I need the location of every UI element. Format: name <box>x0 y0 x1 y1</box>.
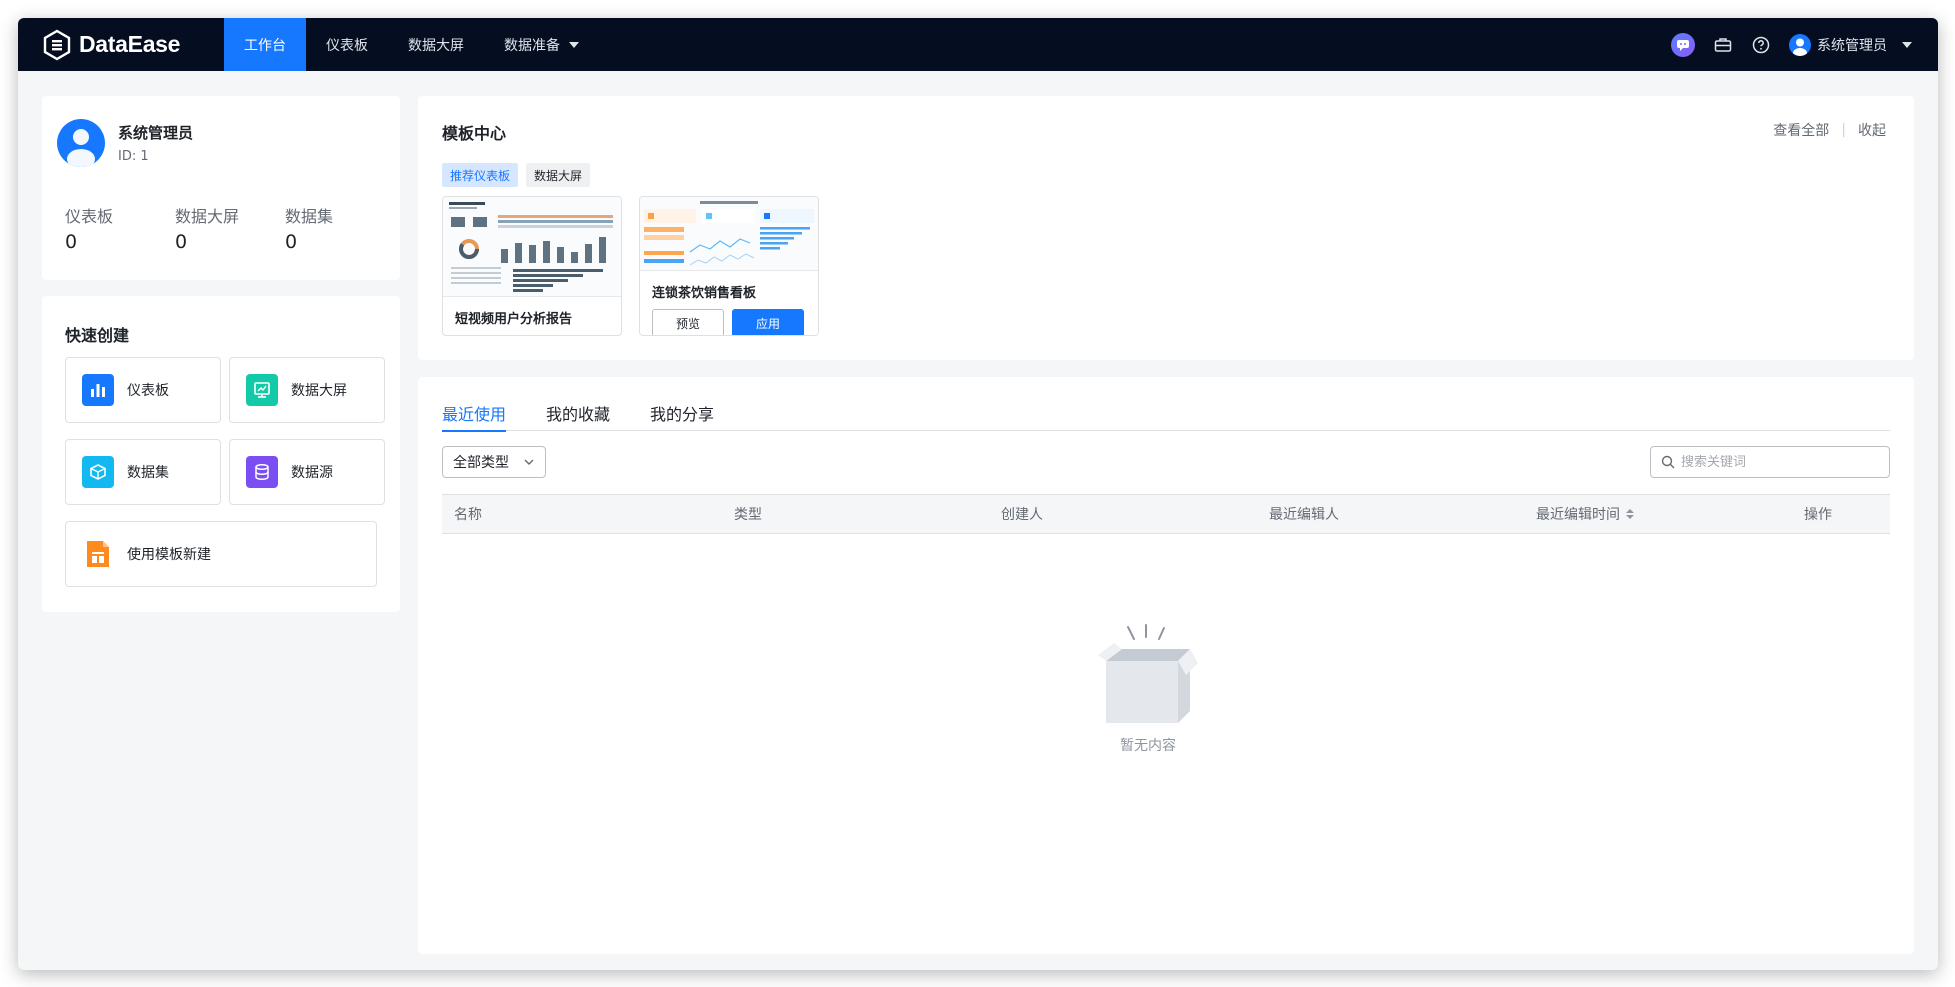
preview-button[interactable]: 预览 <box>652 309 724 335</box>
app-name: DataEase <box>79 31 181 57</box>
app-logo[interactable]: DataEase <box>42 28 180 61</box>
chevron-down-icon <box>524 459 534 465</box>
stat-dataset: 数据集 0 <box>285 203 395 253</box>
quick-create-label: 数据源 <box>291 465 333 481</box>
quick-create-card: 快速创建 仪表板 数据大屏 数据集 数据源 使用模板新建 <box>42 296 400 612</box>
avatar <box>57 119 105 167</box>
nav-label: 仪表板 <box>326 37 368 54</box>
stat-label: 数据集 <box>285 207 334 226</box>
stat-value: 0 <box>65 231 78 253</box>
top-navbar: DataEase 工作台 仪表板 数据大屏 数据准备 系统管理员 <box>18 18 1938 71</box>
create-from-template-button[interactable]: 使用模板新建 <box>65 521 377 587</box>
template-center-card: 模板中心 查看全部 | 收起 推荐仪表板 数据大屏 短视频用户分析报告 连锁茶饮… <box>418 96 1914 360</box>
template-thumbnail <box>640 197 818 271</box>
main-nav: 工作台 仪表板 数据大屏 数据准备 <box>224 18 599 71</box>
template-center-title: 模板中心 <box>442 124 507 143</box>
apply-button[interactable]: 应用 <box>732 309 804 335</box>
profile-card: 系统管理员 ID: 1 仪表板 0 数据大屏 0 数据集 0 <box>42 96 400 280</box>
caret-down-icon <box>569 41 579 48</box>
app-window: DataEase 工作台 仪表板 数据大屏 数据准备 系统管理员 系统管理员 I… <box>18 18 1938 970</box>
stat-label: 数据大屏 <box>175 207 240 226</box>
nav-label: 数据准备 <box>504 37 560 54</box>
database-icon <box>246 456 278 488</box>
header-actions: 系统管理员 <box>1671 18 1912 71</box>
stat-value: 0 <box>175 231 188 253</box>
user-menu[interactable]: 系统管理员 <box>1789 33 1912 56</box>
user-menu-name: 系统管理员 <box>1817 37 1887 54</box>
caret-down-icon <box>1902 41 1912 48</box>
divider: | <box>1841 122 1846 138</box>
toolbox-icon[interactable] <box>1713 35 1733 55</box>
column-header-type: 类型 <box>734 507 762 523</box>
template-card[interactable]: 连锁茶饮销售看板 预览 应用 <box>639 196 819 336</box>
nav-label: 数据大屏 <box>408 37 464 54</box>
create-dashboard-button[interactable]: 仪表板 <box>65 357 221 423</box>
recent-tabs: 最近使用 我的收藏 我的分享 <box>442 395 1890 432</box>
bar-chart-icon <box>82 374 114 406</box>
template-icon <box>82 538 114 570</box>
cube-icon <box>82 456 114 488</box>
column-header-creator: 创建人 <box>1001 507 1043 523</box>
tab-recent[interactable]: 最近使用 <box>442 395 507 432</box>
profile-stats: 仪表板 0 数据大屏 0 数据集 0 <box>65 203 395 253</box>
template-center-actions: 查看全部 | 收起 <box>1773 120 1886 140</box>
stat-dashboard: 仪表板 0 <box>65 203 175 253</box>
quick-create-label: 数据大屏 <box>291 383 347 399</box>
search-box <box>1650 446 1890 478</box>
column-header-name: 名称 <box>454 507 482 523</box>
dataease-logo-icon <box>43 29 71 60</box>
column-header-last-edit-time[interactable]: 最近编辑时间 <box>1536 495 1634 533</box>
empty-state: 暂无内容 <box>1078 623 1218 755</box>
profile-id: ID: 1 <box>118 149 149 164</box>
nav-item-data-screen[interactable]: 数据大屏 <box>388 18 484 71</box>
table-header: 名称 类型 创建人 最近编辑人 最近编辑时间 操作 <box>442 494 1890 534</box>
template-thumbnail <box>443 197 621 297</box>
quick-create-title: 快速创建 <box>65 326 130 345</box>
tag-recommended-dashboard[interactable]: 推荐仪表板 <box>442 163 519 187</box>
stat-value: 0 <box>285 231 298 253</box>
stat-label: 仪表板 <box>65 207 114 226</box>
template-name: 短视频用户分析报告 <box>455 312 573 327</box>
recent-card: 最近使用 我的收藏 我的分享 全部类型 名称 类型 创建人 最近编辑人 最近编辑… <box>418 377 1914 954</box>
quick-create-label: 仪表板 <box>127 383 169 399</box>
profile-name: 系统管理员 <box>118 124 194 142</box>
search-icon <box>1661 455 1675 469</box>
create-dataset-button[interactable]: 数据集 <box>65 439 221 505</box>
template-tags: 推荐仪表板 数据大屏 <box>442 163 591 187</box>
type-filter-value: 全部类型 <box>453 455 509 471</box>
screen-icon <box>246 374 278 406</box>
empty-text: 暂无内容 <box>1120 738 1176 754</box>
column-header-label: 最近编辑时间 <box>1536 507 1620 523</box>
avatar <box>1789 33 1811 56</box>
nav-label: 工作台 <box>244 37 286 54</box>
empty-box-icon <box>1098 624 1198 723</box>
nav-item-data-prep[interactable]: 数据准备 <box>484 18 599 71</box>
template-actions: 预览 应用 <box>652 309 804 335</box>
stat-data-screen: 数据大屏 0 <box>175 203 285 253</box>
template-card[interactable]: 短视频用户分析报告 <box>442 196 622 336</box>
template-name: 连锁茶饮销售看板 <box>652 286 757 301</box>
help-icon[interactable] <box>1751 35 1771 55</box>
sort-icon[interactable] <box>1626 509 1634 519</box>
ai-assistant-icon[interactable] <box>1671 32 1695 57</box>
search-input[interactable] <box>1681 454 1881 470</box>
view-all-link[interactable]: 查看全部 <box>1773 120 1829 140</box>
nav-item-workbench[interactable]: 工作台 <box>224 18 306 71</box>
tab-shared[interactable]: 我的分享 <box>650 395 714 431</box>
nav-item-dashboard[interactable]: 仪表板 <box>306 18 388 71</box>
create-data-screen-button[interactable]: 数据大屏 <box>229 357 385 423</box>
column-header-actions: 操作 <box>1804 507 1832 523</box>
collapse-link[interactable]: 收起 <box>1858 120 1886 140</box>
quick-create-label: 数据集 <box>127 465 169 481</box>
tag-data-screen[interactable]: 数据大屏 <box>526 163 591 187</box>
tab-favorites[interactable]: 我的收藏 <box>546 395 610 431</box>
type-filter-select[interactable]: 全部类型 <box>442 446 546 478</box>
create-datasource-button[interactable]: 数据源 <box>229 439 385 505</box>
column-header-last-editor: 最近编辑人 <box>1269 507 1339 523</box>
quick-create-label: 使用模板新建 <box>127 547 211 563</box>
